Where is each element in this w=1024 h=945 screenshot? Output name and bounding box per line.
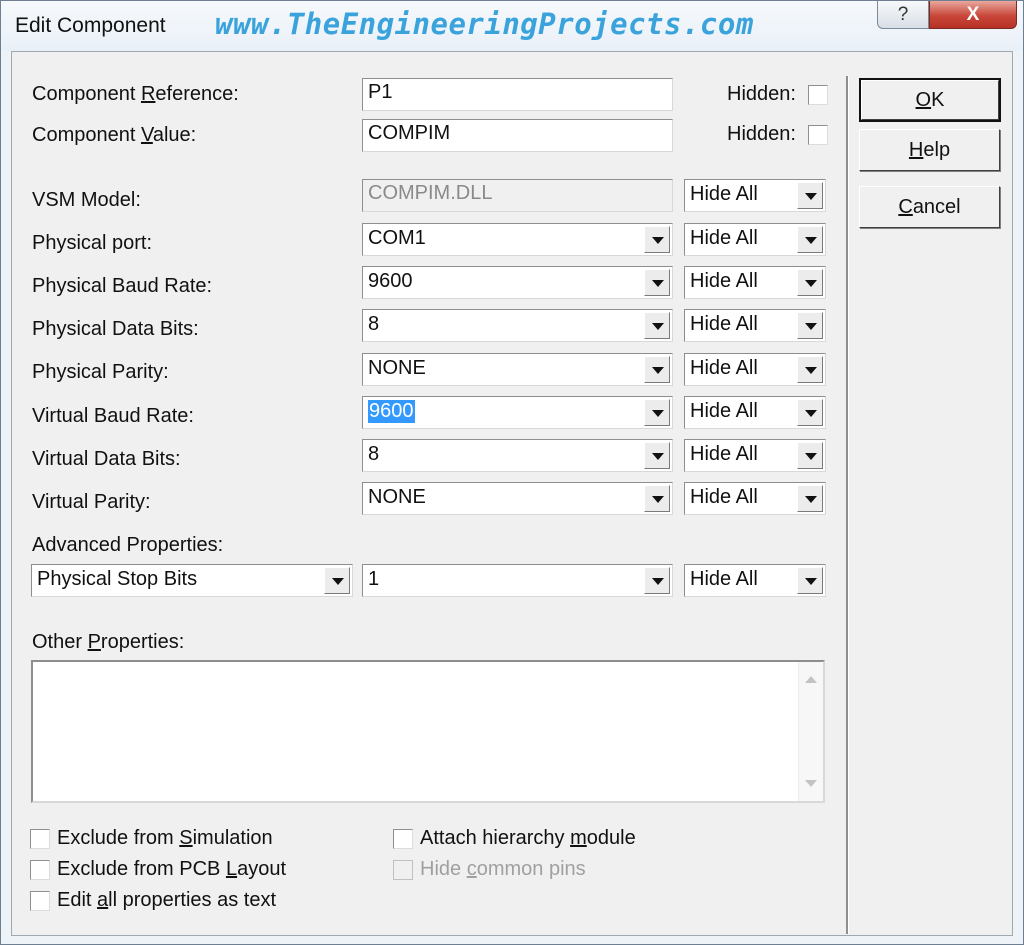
edit-component-window: Edit Component www.TheEngineeringProject… (0, 0, 1024, 945)
visibility-select[interactable]: Hide All (684, 223, 826, 256)
property-label: Physical Data Bits: (32, 318, 199, 340)
visibility-select[interactable]: Hide All (684, 396, 826, 429)
title-bar: Edit Component www.TheEngineeringProject… (1, 1, 1023, 51)
property-label: Physical Baud Rate: (32, 275, 213, 297)
reference-hidden-checkbox[interactable] (808, 85, 828, 105)
close-icon: X (966, 4, 980, 25)
visibility-select[interactable]: Hide All (684, 439, 826, 472)
component-value-input[interactable]: COMPIM (362, 119, 673, 152)
visibility-select[interactable]: Hide All (684, 564, 826, 597)
attach-hierarchy-checkbox[interactable] (393, 829, 413, 849)
virtual-baud-rate-select[interactable]: 9600 (362, 396, 673, 429)
chevron-down-icon[interactable] (797, 269, 823, 296)
edit-as-text-checkbox[interactable] (30, 891, 50, 911)
chevron-down-icon[interactable] (797, 399, 823, 426)
chevron-down-icon[interactable] (324, 567, 350, 594)
vsm-model-field: COMPIM.DLL (362, 179, 673, 212)
physical-baud-rate-select[interactable]: 9600 (362, 266, 673, 299)
hide-common-pins-label: Hide common pins (420, 858, 586, 880)
virtual-data-bits-select[interactable]: 8 (362, 439, 673, 472)
chevron-down-icon[interactable] (644, 442, 670, 469)
ok-button[interactable]: OK (859, 78, 1001, 122)
property-label: Physical port: (32, 232, 153, 254)
scroll-up-icon (805, 676, 817, 683)
edit-as-text-label: Edit all properties as text (57, 889, 277, 911)
property-label: Physical Parity: (32, 361, 169, 383)
chevron-down-icon[interactable] (797, 442, 823, 469)
property-label: Virtual Baud Rate: (32, 405, 194, 427)
physical-data-bits-select[interactable]: 8 (362, 309, 673, 342)
other-properties-textarea[interactable] (31, 660, 825, 803)
exclude-simulation-checkbox[interactable] (30, 829, 50, 849)
chevron-down-icon[interactable] (797, 485, 823, 512)
vertical-scrollbar[interactable] (798, 662, 823, 801)
scroll-down-icon (805, 780, 817, 787)
virtual-parity-select[interactable]: NONE (362, 482, 673, 515)
visibility-select[interactable]: Hide All (684, 266, 826, 299)
reference-hidden-label: Hidden: (727, 83, 796, 105)
exclude-pcb-label: Exclude from PCB Layout (57, 858, 287, 880)
chevron-down-icon[interactable] (644, 226, 670, 253)
exclude-pcb-checkbox[interactable] (30, 860, 50, 880)
chevron-down-icon[interactable] (644, 485, 670, 512)
visibility-select[interactable]: Hide All (684, 179, 826, 212)
value-hidden-checkbox[interactable] (808, 125, 828, 145)
visibility-select[interactable]: Hide All (684, 353, 826, 386)
chevron-down-icon[interactable] (644, 312, 670, 339)
chevron-down-icon[interactable] (644, 269, 670, 296)
visibility-select[interactable]: Hide All (684, 309, 826, 342)
hide-common-pins-checkbox (393, 860, 413, 880)
component-reference-input[interactable]: P1 (362, 78, 673, 111)
advanced-property-select[interactable]: Physical Stop Bits (31, 564, 353, 597)
physical-port-select[interactable]: COM1 (362, 223, 673, 256)
title-close-button[interactable]: X (929, 1, 1017, 29)
chevron-down-icon[interactable] (644, 399, 670, 426)
property-label: Virtual Parity: (32, 491, 151, 513)
chevron-down-icon[interactable] (797, 312, 823, 339)
component-reference-label: Component Reference: (32, 83, 239, 105)
attach-hierarchy-label: Attach hierarchy module (420, 827, 636, 849)
property-label: VSM Model: (32, 189, 141, 211)
exclude-simulation-label: Exclude from Simulation (57, 827, 273, 849)
chevron-down-icon[interactable] (797, 182, 823, 209)
window-title: Edit Component (15, 14, 166, 37)
chevron-down-icon[interactable] (797, 356, 823, 383)
advanced-properties-label: Advanced Properties: (32, 534, 224, 556)
visibility-select[interactable]: Hide All (684, 482, 826, 515)
chevron-down-icon[interactable] (797, 226, 823, 253)
button-divider (846, 76, 849, 934)
watermark: www.TheEngineeringProjects.com (215, 7, 754, 41)
component-value-label: Component Value: (32, 124, 197, 146)
chevron-down-icon[interactable] (797, 567, 823, 594)
chevron-down-icon[interactable] (644, 356, 670, 383)
physical-parity-select[interactable]: NONE (362, 353, 673, 386)
title-help-button[interactable]: ? (877, 1, 929, 29)
chevron-down-icon[interactable] (644, 567, 670, 594)
advanced-value-select[interactable]: 1 (362, 564, 673, 597)
other-properties-label: Other Properties: (32, 631, 185, 653)
question-icon: ? (897, 4, 909, 25)
cancel-button[interactable]: Cancel (859, 186, 1000, 228)
property-label: Virtual Data Bits: (32, 448, 181, 470)
help-button[interactable]: Help (859, 129, 1000, 171)
value-hidden-label: Hidden: (727, 123, 796, 145)
